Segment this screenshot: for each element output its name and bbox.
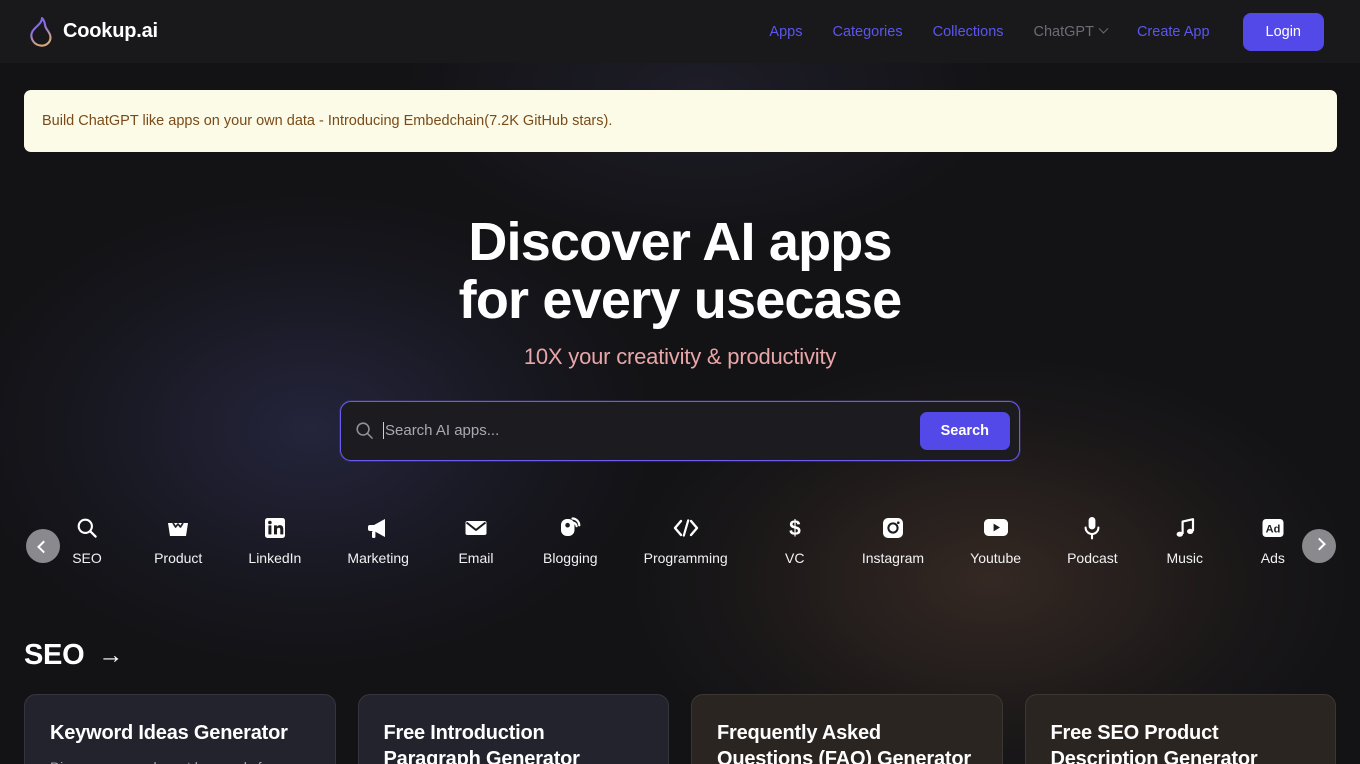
app-card[interactable]: Keyword Ideas Generator Discover new, re… bbox=[24, 693, 336, 764]
flame-icon bbox=[30, 16, 52, 47]
category-label: Email bbox=[458, 549, 494, 566]
search-icon bbox=[356, 422, 373, 439]
music-note-icon bbox=[1173, 515, 1197, 541]
section-header-seo[interactable]: SEO → bbox=[24, 639, 1360, 672]
carousel-next-button[interactable] bbox=[1302, 528, 1336, 563]
announcement-banner-text[interactable]: Build ChatGPT like apps on your own data… bbox=[42, 113, 612, 129]
nav-link-chatgpt[interactable]: ChatGPT bbox=[1019, 24, 1122, 40]
app-card[interactable]: Free Introduction Paragraph Generator bbox=[357, 693, 669, 764]
instagram-icon bbox=[882, 515, 904, 541]
hero-subtitle: 10X your creativity & productivity bbox=[523, 343, 837, 369]
category-item-podcast[interactable]: Podcast bbox=[1059, 515, 1126, 566]
category-label: Music bbox=[1166, 549, 1204, 566]
app-card-title: Free Introduction Paragraph Generator bbox=[383, 721, 580, 764]
arrow-right-icon: → bbox=[98, 640, 124, 669]
hero-section: Discover AI apps for every usecase 10X y… bbox=[0, 152, 1360, 370]
app-card[interactable]: Free SEO Product Description Generator bbox=[1024, 693, 1336, 764]
category-label: Podcast bbox=[1067, 549, 1118, 566]
section-title: SEO bbox=[24, 638, 85, 671]
svg-text:$: $ bbox=[789, 517, 801, 540]
text-caret bbox=[383, 422, 384, 440]
nav-link-categories[interactable]: Categories bbox=[817, 24, 917, 40]
category-label: Marketing bbox=[347, 549, 409, 566]
category-list: SEO Product LinkedIn Marketing Email Blo… bbox=[24, 515, 1336, 566]
category-item-seo[interactable]: SEO bbox=[58, 515, 116, 566]
category-label: Ads bbox=[1260, 549, 1285, 566]
category-label: VC bbox=[785, 549, 805, 566]
category-item-blogging[interactable]: Blogging bbox=[535, 515, 606, 566]
chevron-down-icon bbox=[1098, 23, 1109, 34]
category-item-youtube[interactable]: Youtube bbox=[962, 515, 1029, 566]
nav-link-collections[interactable]: Collections bbox=[918, 24, 1019, 40]
category-item-ads[interactable]: Ad Ads bbox=[1244, 515, 1302, 566]
main-nav: Apps Categories Collections ChatGPT Crea… bbox=[754, 12, 1324, 51]
megaphone-icon bbox=[366, 515, 390, 541]
nav-link-apps[interactable]: Apps bbox=[754, 24, 817, 40]
app-card-grid: Keyword Ideas Generator Discover new, re… bbox=[24, 693, 1336, 764]
category-item-programming[interactable]: Programming bbox=[636, 515, 736, 566]
category-carousel: SEO Product LinkedIn Marketing Email Blo… bbox=[0, 515, 1360, 591]
category-label: Blogging bbox=[543, 549, 598, 566]
category-item-vc[interactable]: $ VC bbox=[766, 515, 824, 566]
youtube-icon bbox=[983, 515, 1009, 541]
search-icon bbox=[76, 515, 98, 541]
nav-link-chatgpt-label: ChatGPT bbox=[1033, 23, 1094, 40]
envelope-icon bbox=[464, 515, 488, 541]
category-item-linkedin[interactable]: LinkedIn bbox=[240, 515, 309, 566]
hero-title-line-2: for every usecase bbox=[458, 269, 903, 330]
app-card-description: Discover new, relevant keywords for bbox=[50, 757, 313, 764]
category-item-music[interactable]: Music bbox=[1156, 515, 1214, 566]
category-label: Youtube bbox=[970, 549, 1022, 566]
category-label: Product bbox=[154, 549, 203, 566]
category-label: LinkedIn bbox=[248, 549, 302, 566]
category-label: Instagram bbox=[861, 549, 925, 566]
category-item-marketing[interactable]: Marketing bbox=[339, 515, 416, 566]
category-label: SEO bbox=[72, 549, 102, 566]
chevron-left-icon bbox=[36, 540, 50, 554]
chevron-right-icon bbox=[1312, 537, 1326, 551]
site-header: Cookup.ai Apps Categories Collections Ch… bbox=[0, 0, 1360, 63]
brand-name: Cookup.ai bbox=[63, 20, 158, 42]
carousel-prev-button[interactable] bbox=[26, 528, 60, 563]
category-item-email[interactable]: Email bbox=[447, 515, 505, 566]
nav-link-create-app[interactable]: Create App bbox=[1122, 24, 1225, 40]
app-card-title: Frequently Asked Questions (FAQ) Generat… bbox=[717, 721, 971, 764]
ad-badge-icon: Ad bbox=[1261, 515, 1285, 541]
login-button[interactable]: Login bbox=[1242, 12, 1324, 51]
app-card-title: Keyword Ideas Generator bbox=[50, 721, 288, 744]
svg-text:Ad: Ad bbox=[1266, 523, 1281, 535]
brand-logo-link[interactable]: Cookup.ai bbox=[28, 16, 158, 47]
blogger-icon bbox=[558, 515, 582, 541]
page-title: Discover AI apps for every usecase bbox=[0, 212, 1360, 330]
app-card-title: Free SEO Product Description Generator bbox=[1050, 721, 1258, 764]
dollar-sign-icon: $ bbox=[787, 515, 803, 541]
category-item-instagram[interactable]: Instagram bbox=[854, 515, 932, 566]
category-item-product[interactable]: Product bbox=[146, 515, 210, 566]
microphone-icon bbox=[1083, 515, 1101, 541]
hero-title-line-1: Discover AI apps bbox=[468, 212, 892, 272]
box-icon bbox=[166, 515, 190, 541]
search-bar[interactable]: Search bbox=[340, 400, 1020, 461]
linkedin-icon bbox=[264, 515, 286, 541]
app-card[interactable]: Frequently Asked Questions (FAQ) Generat… bbox=[691, 693, 1003, 764]
search-input[interactable] bbox=[385, 422, 920, 440]
code-brackets-icon bbox=[672, 515, 700, 541]
search-button[interactable]: Search bbox=[919, 411, 1010, 450]
announcement-banner[interactable]: Build ChatGPT like apps on your own data… bbox=[24, 90, 1337, 152]
category-label: Programming bbox=[643, 549, 728, 566]
